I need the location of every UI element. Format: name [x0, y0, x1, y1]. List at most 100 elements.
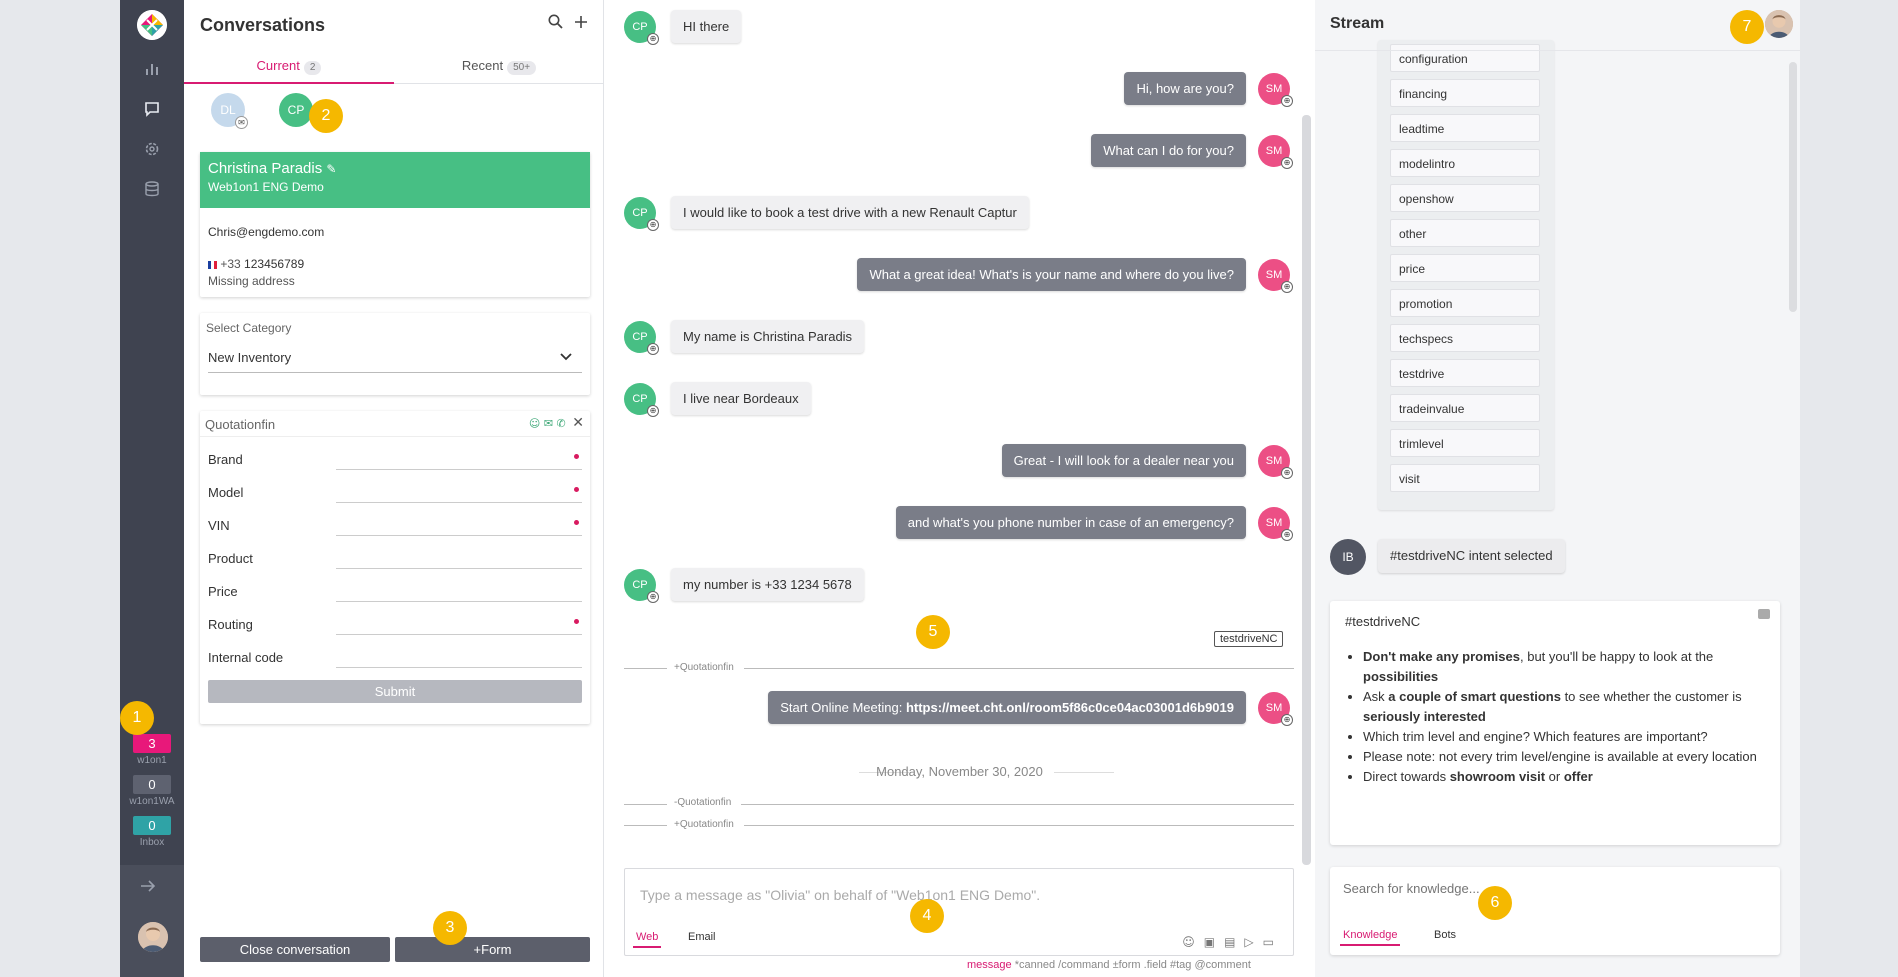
intent-item[interactable]: leadtime	[1390, 114, 1540, 142]
intent-item[interactable]: modelintro	[1390, 149, 1540, 177]
divider	[624, 804, 667, 805]
chat-scrollbar[interactable]	[1302, 115, 1311, 865]
chat-panel: CP ⊕ HI there SM ⊕ Hi, how are you? SM ⊕ What ca…	[604, 0, 1315, 977]
stream-scrollbar[interactable]	[1789, 62, 1797, 312]
intent-item[interactable]: trimlevel	[1390, 429, 1540, 457]
counter-w1on1[interactable]: 3 w1on1	[133, 734, 171, 766]
knowledge-bullet: Please note: not every trim level/engine…	[1363, 747, 1765, 767]
user-avatar[interactable]	[1765, 10, 1793, 38]
composer-tab-email[interactable]: Email	[688, 931, 716, 943]
intent-item[interactable]: price	[1390, 254, 1540, 282]
edit-icon[interactable]: ✎	[326, 162, 336, 176]
agent-message: Hi, how are you?	[1124, 72, 1246, 105]
tab-knowledge[interactable]: Knowledge	[1340, 929, 1401, 946]
form-field[interactable]: Model	[200, 474, 590, 507]
field-input[interactable]	[336, 634, 582, 635]
form-field[interactable]: VIN	[200, 507, 590, 540]
app-logo[interactable]	[137, 10, 167, 40]
arrow-right-icon[interactable]	[140, 877, 156, 898]
send-icon[interactable]: ▷	[1244, 935, 1262, 949]
globe-icon: ⊕	[647, 405, 659, 417]
composer-placeholder[interactable]: Type a message as "Olivia" on behalf of …	[640, 887, 1040, 903]
field-input[interactable]	[336, 568, 582, 569]
field-input[interactable]	[336, 535, 582, 536]
globe-icon: ⊕	[1281, 529, 1293, 541]
form-field[interactable]: Internal code	[200, 639, 590, 672]
add-form-button[interactable]: +Form	[395, 937, 590, 962]
chart-icon[interactable]	[140, 57, 164, 81]
phone-icon[interactable]: ✆	[557, 417, 566, 430]
chat-icon[interactable]	[140, 97, 164, 121]
field-input[interactable]	[336, 667, 582, 668]
search-icon[interactable]	[548, 14, 563, 34]
knowledge-text: Don't make any promises	[1363, 649, 1520, 664]
field-label: Model	[208, 485, 244, 500]
tab-recent[interactable]: Recent 50+	[394, 54, 604, 84]
composer-tab-web[interactable]: Web	[633, 931, 662, 948]
composer-hints: message *canned /command ±form .field #t…	[967, 959, 1251, 971]
mail-icon[interactable]: ✉	[544, 417, 553, 430]
contact-card: Christina Paradis ✎ Web1on1 ENG Demo Chr…	[200, 152, 590, 297]
knowledge-text: or	[1545, 769, 1564, 784]
globe-icon: ⊕	[1281, 281, 1293, 293]
hint-comment: @comment	[1194, 959, 1251, 971]
category-select[interactable]: New Inventory	[208, 343, 582, 373]
intent-item[interactable]: tradeinvalue	[1390, 394, 1540, 422]
close-conversation-button[interactable]: Close conversation	[200, 937, 390, 962]
counter-w1on1wa[interactable]: 0 w1on1WA	[129, 775, 175, 807]
conversation-avatar-dl[interactable]: DL ✉	[211, 93, 248, 129]
customer-avatar: CP ⊕	[624, 11, 659, 45]
image-icon[interactable]: ▣	[1204, 935, 1224, 949]
contact-email[interactable]: Chris@engdemo.com	[208, 225, 582, 239]
submit-button[interactable]: Submit	[208, 680, 582, 703]
tab-current[interactable]: Current 2	[184, 54, 394, 84]
contact-phone[interactable]: 123456789	[244, 257, 304, 271]
form-event: -Quotationfin	[671, 797, 735, 808]
intent-item[interactable]: techspecs	[1390, 324, 1540, 352]
field-label: VIN	[208, 518, 230, 533]
intent-tag[interactable]: testdriveNC	[1214, 631, 1284, 647]
counter-inbox[interactable]: 0 Inbox	[133, 816, 171, 848]
intent-item[interactable]: promotion	[1390, 289, 1540, 317]
intent-item[interactable]: financing	[1390, 79, 1540, 107]
field-input[interactable]	[336, 601, 582, 602]
knowledge-bullet: Don't make any promises, but you'll be h…	[1363, 647, 1765, 687]
customer-message: my number is +33 1234 5678	[671, 568, 864, 601]
knowledge-text: Please note: not every trim level/engine…	[1363, 749, 1757, 764]
avatar-initials: CP	[632, 331, 648, 343]
comment-icon[interactable]	[1758, 609, 1770, 619]
field-label: Routing	[208, 617, 253, 632]
meeting-link[interactable]: https://meet.cht.onl/room5f86c0ce04ac030…	[906, 700, 1234, 715]
intent-item[interactable]: testdrive	[1390, 359, 1540, 387]
intent-item[interactable]: visit	[1390, 464, 1540, 492]
avatar-initials: SM	[1265, 145, 1283, 157]
close-icon[interactable]: ✕	[572, 415, 584, 431]
gear-icon[interactable]	[140, 137, 164, 161]
user-avatar[interactable]	[138, 922, 168, 952]
add-icon[interactable]	[574, 14, 588, 34]
file-icon[interactable]: ▤	[1224, 935, 1244, 949]
counter-label: w1on1WA	[129, 796, 175, 807]
knowledge-text: Which trim level and engine? Which featu…	[1363, 729, 1708, 744]
form-field[interactable]: Product	[200, 540, 590, 573]
conversation-avatar-cp[interactable]: CP	[279, 93, 313, 127]
form-field[interactable]: Routing	[200, 606, 590, 639]
conversations-panel: Conversations Current 2 Recent 50+ DL ✉ CP…	[184, 0, 604, 977]
tab-bots[interactable]: Bots	[1434, 929, 1456, 941]
video-icon[interactable]: ▭	[1263, 935, 1283, 949]
form-field[interactable]: Brand	[200, 441, 590, 474]
intent-item[interactable]: openshow	[1390, 184, 1540, 212]
message-composer[interactable]: Type a message as "Olivia" on behalf of …	[624, 868, 1294, 956]
emoji-icon[interactable]: ☺	[1182, 935, 1204, 949]
knowledge-text: showroom visit	[1449, 769, 1546, 784]
database-icon[interactable]	[140, 177, 164, 201]
intent-item[interactable]: other	[1390, 219, 1540, 247]
divider	[741, 804, 1294, 805]
field-input[interactable]	[336, 469, 582, 470]
mail-icon: ✉	[235, 116, 248, 129]
customer-avatar: CP ⊕	[624, 321, 659, 355]
field-input[interactable]	[336, 502, 582, 503]
form-field[interactable]: Price	[200, 573, 590, 606]
intent-item[interactable]: configuration	[1390, 44, 1540, 72]
person-icon[interactable]: ☺	[529, 417, 540, 430]
